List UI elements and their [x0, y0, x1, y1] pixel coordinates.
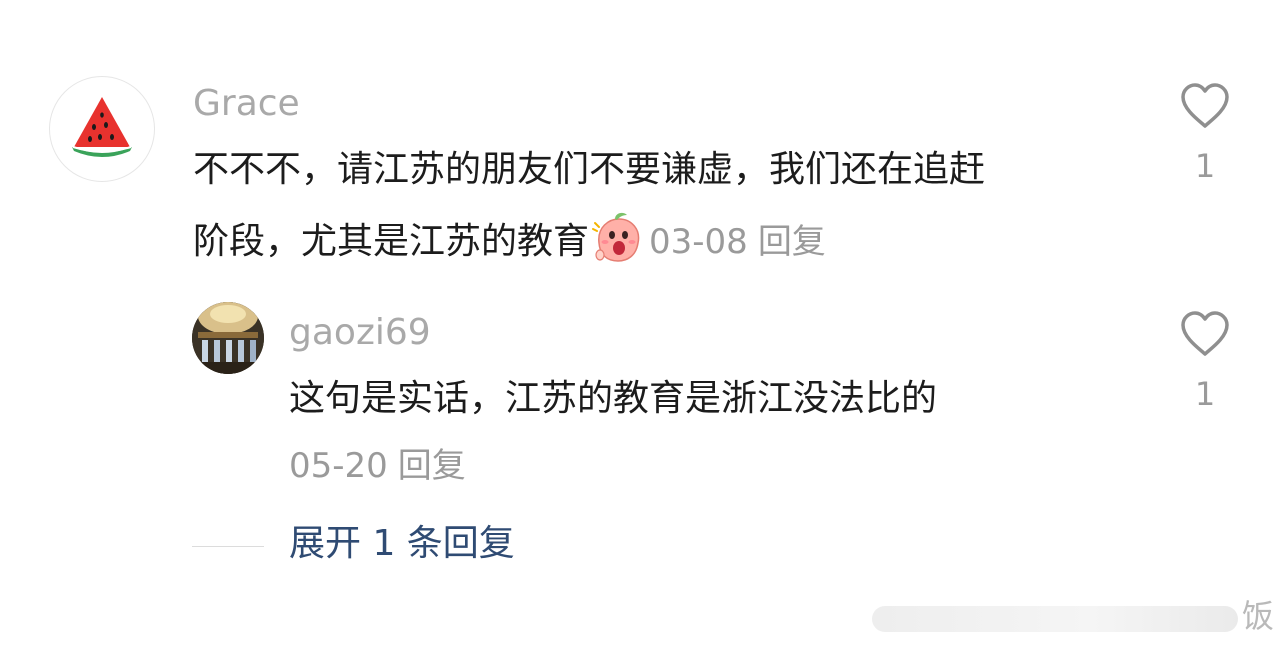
heart-icon	[1181, 83, 1229, 128]
reply-meta: 05-20 回复	[289, 446, 466, 486]
surprised-peach-emoji-icon	[592, 212, 640, 262]
expand-divider	[192, 546, 264, 547]
comment-text-line2-content: 阶段，尤其是江苏的教育	[193, 221, 590, 262]
comment-like-count: 1	[1194, 147, 1216, 185]
avatar-grace[interactable]	[49, 76, 155, 182]
comment-text-line1: 不不不，请江苏的朋友们不要谦虚，我们还在追赶	[193, 149, 986, 190]
comment-date: 03-08	[649, 222, 748, 262]
comment-text-line2: 阶段，尤其是江苏的教育 03-08 回复	[193, 206, 985, 278]
watermelon-icon	[72, 97, 132, 157]
reply-text: 这句是实话，江苏的教育是浙江没法比的	[289, 378, 938, 419]
comment-username[interactable]: Grace	[193, 86, 300, 122]
comment-text: 不不不，请江苏的朋友们不要谦虚，我们还在追赶 阶段，尤其是江苏的教育 03-08…	[193, 134, 985, 278]
watermark: 饭	[872, 598, 1282, 638]
expand-replies-button[interactable]: 展开 1 条回复	[289, 526, 515, 562]
watermark-bar	[872, 606, 1238, 632]
reply-date: 05-20	[289, 446, 388, 486]
comment-like-button[interactable]: 1	[1175, 82, 1235, 182]
reply-like-count: 1	[1194, 375, 1216, 413]
comment-reply-button[interactable]: 回复	[758, 222, 826, 262]
comment-thread: Grace 不不不，请江苏的朋友们不要谦虚，我们还在追赶 阶段，尤其是江苏的教育…	[0, 0, 1284, 648]
reply-username[interactable]: gaozi69	[289, 315, 431, 351]
dome-interior-photo	[192, 302, 264, 374]
reply-reply-button[interactable]: 回复	[398, 446, 466, 486]
watermark-text: 饭	[1241, 597, 1274, 635]
comment-meta: 03-08 回复	[649, 222, 826, 262]
avatar-gaozi69[interactable]	[192, 302, 264, 374]
heart-icon	[1181, 311, 1229, 356]
reply-like-button[interactable]: 1	[1175, 310, 1235, 410]
